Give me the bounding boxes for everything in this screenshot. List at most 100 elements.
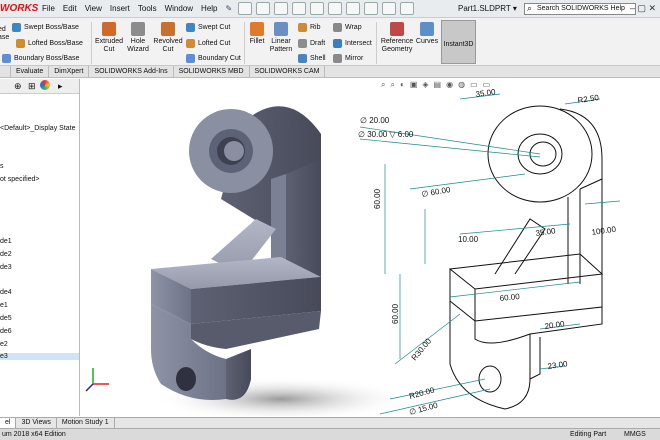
tree-item-selected[interactable]: e3 [0,353,79,360]
hole-wizard-label: Hole Wizard [127,38,149,53]
boundary-boss-label: Boundary Boss/Base [14,55,80,62]
instant3d-button[interactable]: Instant3D [441,20,476,64]
menu-edit[interactable]: Edit [63,4,77,13]
dim-23: 23.00 [547,359,569,371]
tree-item[interactable]: de5 [0,315,12,322]
tree-material[interactable]: ot specified> [0,176,40,183]
tab-evaluate[interactable]: Evaluate [11,66,50,77]
tab-mbd[interactable]: SOLIDWORKS MBD [174,66,250,77]
reference-geometry-button[interactable]: Reference Geometry [379,22,415,54]
swept-cut-icon [186,23,195,32]
rib-button[interactable]: Rib [298,23,321,32]
shell-button[interactable]: Shell [298,54,326,63]
help-search-input[interactable]: Search SOLIDWORKS Help [524,3,636,15]
dim-35: 35.00 [475,87,497,99]
extruded-boss-button[interactable]: ed ase [0,26,12,42]
rebuild-icon[interactable] [364,2,378,15]
extruded-cut-button[interactable]: Extruded Cut [94,22,124,54]
window-controls[interactable]: – ▢ ✕ [630,3,656,14]
file-properties-icon[interactable] [382,2,396,15]
tree-item[interactable]: e1 [0,302,8,309]
tree-item[interactable]: de1 [0,238,12,245]
options-icon[interactable] [400,2,414,15]
print-icon[interactable] [310,2,324,15]
dim-60-lower: 60.00 [391,303,400,324]
status-mode: Editing Part [570,431,607,438]
hole-wizard-button[interactable]: Hole Wizard [126,22,150,54]
menu-view[interactable]: View [85,4,102,13]
boundary-cut-button[interactable]: Boundary Cut [186,54,241,63]
graphics-area[interactable]: ⌕ ⌕ ◐ ▣ ◈ ▤ ◉ ◍ ▭ ▭ 35.00 R2.50 ∅ 20.00 … [81,79,660,416]
menu-file[interactable]: File [42,4,55,13]
boundary-cut-label: Boundary Cut [198,55,241,62]
config-tab-icon[interactable]: ⊞ [28,81,36,92]
lofted-cut-button[interactable]: Lofted Cut [186,39,230,48]
status-bar: um 2018 x64 Edition Editing Part MMGS [0,428,660,440]
extruded-cut-label: Extruded Cut [94,38,124,53]
instant3d-label: Instant3D [443,41,474,48]
tab-left-stub[interactable] [0,66,11,77]
panel-more-icon[interactable]: ▸ [58,81,63,92]
select-icon[interactable] [346,2,360,15]
menu-tools[interactable]: Tools [138,4,157,13]
undo-icon[interactable] [328,2,342,15]
tab-dimxpert[interactable]: DimXpert [49,66,90,77]
feature-manager-panel: ⊕ ⊞ ▸ <Default>_Display State s ot speci… [0,79,80,416]
new-icon[interactable] [256,2,270,15]
tree-item[interactable]: de2 [0,251,12,258]
tab-motion-study[interactable]: Motion Study 1 [57,418,115,428]
revolved-cut-icon [161,22,175,36]
tree-item[interactable]: e2 [0,341,8,348]
lofted-boss-button[interactable]: Lofted Boss/Base [16,39,83,48]
feature-tree-tab-icon[interactable]: ⊕ [14,81,22,92]
home-icon[interactable] [238,2,252,15]
curves-button[interactable]: Curves [415,22,439,46]
dimensioned-drawing: 35.00 R2.50 ∅ 20.00 ∅ 30.00 ▽ 6.00 60.00… [358,87,621,416]
tree-item[interactable]: de6 [0,328,12,335]
status-edition: um 2018 x64 Edition [2,431,66,438]
swept-boss-button[interactable]: Swept Boss/Base [12,23,79,32]
display-tab-icon[interactable] [40,80,50,90]
extruded-cut-icon [102,22,116,36]
dim-100: 100.00 [591,225,617,237]
lofted-boss-label: Lofted Boss/Base [28,40,83,47]
fillet-button[interactable]: Fillet [247,22,267,46]
tab-addins[interactable]: SOLIDWORKS Add-Ins [89,66,174,77]
intersect-button[interactable]: Intersect [333,39,372,48]
boundary-cut-icon [186,54,195,63]
swept-cut-button[interactable]: Swept Cut [186,23,230,32]
boundary-boss-button[interactable]: Boundary Boss/Base [2,54,79,63]
status-units[interactable]: MMGS [624,431,646,438]
main-menu: File Edit View Insert Tools Window Help … [42,4,232,13]
menu-window[interactable]: Window [165,4,193,13]
revolved-cut-button[interactable]: Revolved Cut [153,22,183,54]
mirror-icon [333,54,342,63]
save-icon[interactable] [292,2,306,15]
curves-icon [420,22,434,36]
panel-tabs: ⊕ ⊞ ▸ [0,79,79,94]
tree-item[interactable]: de4 [0,289,12,296]
pin-icon[interactable]: ✎ [226,4,233,13]
swept-boss-label: Swept Boss/Base [24,24,79,31]
dim-dia-20: ∅ 20.00 [360,116,390,125]
solidworks-logo: WORKS [0,3,39,14]
rib-label: Rib [310,24,321,31]
dim-60-plate: 60.00 [499,292,520,303]
menu-help[interactable]: Help [201,4,217,13]
tree-display-state[interactable]: <Default>_Display State [0,125,76,132]
open-icon[interactable] [274,2,288,15]
draft-button[interactable]: Draft [298,39,325,48]
reference-geometry-label: Reference Geometry [380,38,414,53]
hole-wizard-icon [131,22,145,36]
tab-model[interactable]: el [0,418,17,428]
mirror-button[interactable]: Mirror [333,54,363,63]
menu-insert[interactable]: Insert [110,4,130,13]
tree-item[interactable]: de3 [0,264,12,271]
tree-item[interactable]: s [0,163,4,170]
tab-3d-views[interactable]: 3D Views [16,418,57,428]
linear-pattern-button[interactable]: Linear Pattern [268,22,294,54]
mirror-label: Mirror [345,55,364,62]
document-title[interactable]: Part1.SLDPRT ▾ [458,4,517,13]
wrap-button[interactable]: Wrap [333,23,362,32]
tab-cam[interactable]: SOLIDWORKS CAM [250,66,326,77]
